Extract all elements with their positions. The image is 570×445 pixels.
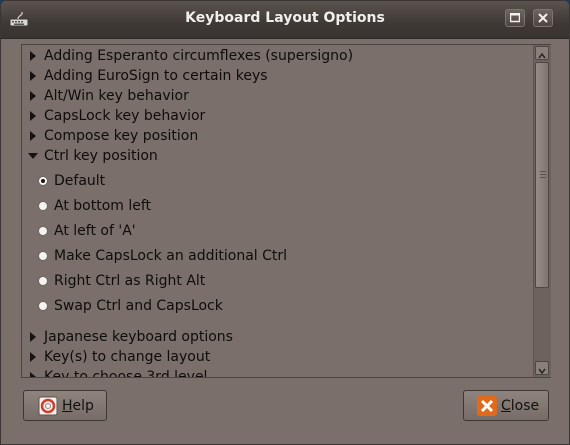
maximize-icon: [510, 13, 520, 23]
group-row-ctrl-position[interactable]: Ctrl key position: [22, 146, 532, 166]
expander-collapsed-icon[interactable]: [28, 71, 38, 81]
group-label: Alt/Win key behavior: [44, 88, 189, 104]
title-bar[interactable]: Keyboard Layout Options: [1, 1, 569, 39]
close-x-icon: [477, 396, 497, 416]
group-row-third-level[interactable]: Key to choose 3rd level: [22, 367, 532, 377]
radio-button[interactable]: [38, 251, 48, 261]
option-label: Right Ctrl as Right Alt: [54, 273, 206, 289]
expander-expanded-icon[interactable]: [28, 151, 38, 161]
radio-button[interactable]: [38, 176, 48, 186]
radio-option-swap-ctrl-caps[interactable]: Swap Ctrl and CapsLock: [38, 296, 518, 316]
expander-collapsed-icon[interactable]: [28, 91, 38, 101]
close-button[interactable]: Close: [463, 390, 549, 421]
options-tree[interactable]: Adding Esperanto circumflexes (supersign…: [22, 45, 532, 377]
expander-collapsed-icon[interactable]: [28, 51, 38, 61]
radio-button[interactable]: [38, 276, 48, 286]
scrollbar-thumb[interactable]: [535, 62, 549, 288]
close-label: Close: [501, 398, 540, 414]
radio-option-bottom-left[interactable]: At bottom left: [38, 196, 518, 216]
option-label: At left of 'A': [54, 223, 136, 239]
group-label: Ctrl key position: [44, 148, 158, 164]
chevron-up-icon: [538, 52, 546, 59]
chevron-down-icon: [538, 368, 546, 375]
grip-line: [540, 177, 546, 178]
close-window-button[interactable]: [533, 9, 553, 27]
option-label: Default: [54, 173, 106, 189]
radio-option-right-ctrl-alt[interactable]: Right Ctrl as Right Alt: [38, 271, 518, 291]
vertical-scrollbar[interactable]: [533, 45, 551, 377]
radio-button[interactable]: [38, 301, 48, 311]
group-row-capslock[interactable]: CapsLock key behavior: [22, 106, 532, 126]
expander-collapsed-icon[interactable]: [28, 332, 38, 342]
group-label: Japanese keyboard options: [44, 329, 233, 345]
maximize-button[interactable]: [505, 9, 525, 27]
group-row-altwin[interactable]: Alt/Win key behavior: [22, 86, 532, 106]
option-label: At bottom left: [54, 198, 152, 214]
radio-option-capslock-ctrl[interactable]: Make CapsLock an additional Ctrl: [38, 246, 518, 266]
radio-button[interactable]: [38, 201, 48, 211]
group-label: CapsLock key behavior: [44, 108, 206, 124]
option-label: Make CapsLock an additional Ctrl: [54, 248, 288, 264]
group-row-eurosign[interactable]: Adding EuroSign to certain keys: [22, 66, 532, 86]
expander-collapsed-icon[interactable]: [28, 111, 38, 121]
group-label: Compose key position: [44, 128, 199, 144]
close-icon: [538, 13, 548, 23]
expander-collapsed-icon[interactable]: [28, 131, 38, 141]
option-label: Swap Ctrl and CapsLock: [54, 298, 223, 314]
group-label: Key to choose 3rd level: [44, 369, 208, 377]
grip-line: [540, 174, 546, 175]
radio-button[interactable]: [38, 226, 48, 236]
scroll-down-button[interactable]: [535, 361, 549, 375]
group-label: Key(s) to change layout: [44, 349, 211, 365]
help-label: Help: [62, 398, 94, 414]
group-row-esperanto[interactable]: Adding Esperanto circumflexes (supersign…: [22, 46, 532, 66]
expander-collapsed-icon[interactable]: [28, 372, 38, 377]
group-label: Adding Esperanto circumflexes (supersign…: [44, 48, 354, 64]
group-label: Adding EuroSign to certain keys: [44, 68, 268, 84]
group-row-change-layout[interactable]: Key(s) to change layout: [22, 347, 532, 367]
radio-option-left-of-a[interactable]: At left of 'A': [38, 221, 518, 241]
group-row-compose[interactable]: Compose key position: [22, 126, 532, 146]
radio-option-default[interactable]: Default: [38, 171, 518, 191]
help-icon: [38, 396, 58, 416]
help-button[interactable]: Help: [23, 390, 107, 421]
scroll-up-button[interactable]: [535, 46, 549, 60]
group-row-japanese[interactable]: Japanese keyboard options: [22, 327, 532, 347]
keyboard-layout-options-dialog: Keyboard Layout Options Adding Esperanto…: [0, 0, 570, 445]
window-title: Keyboard Layout Options: [185, 10, 385, 26]
expander-collapsed-icon[interactable]: [28, 352, 38, 362]
grip-line: [540, 171, 546, 172]
options-list-frame: Adding Esperanto circumflexes (supersign…: [21, 44, 551, 378]
